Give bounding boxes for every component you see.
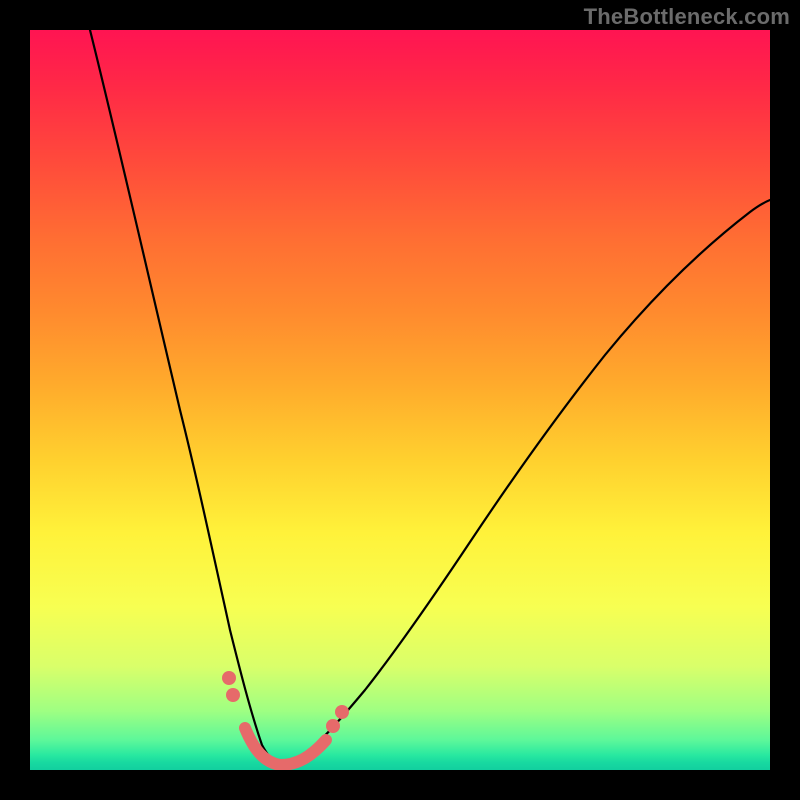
accent-dot [226,688,240,702]
accent-dot [326,719,340,733]
accent-dot [335,705,349,719]
watermark-text: TheBottleneck.com [584,4,790,30]
curve-svg [30,30,770,770]
accent-dot [222,671,236,685]
chart-frame: TheBottleneck.com [0,0,800,800]
bottleneck-curve [90,30,770,765]
plot-area [30,30,770,770]
